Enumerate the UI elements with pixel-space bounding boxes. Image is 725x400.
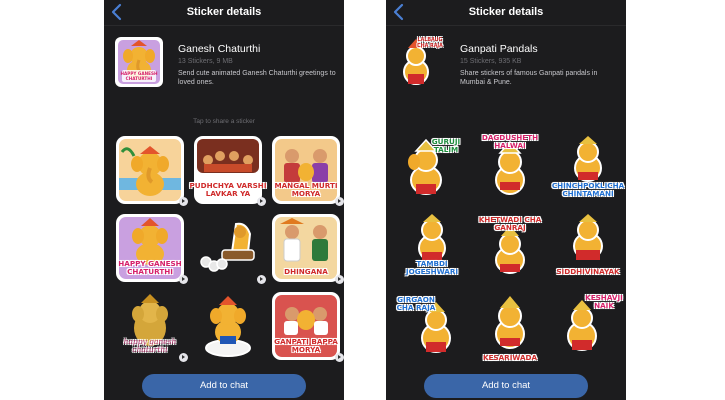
pack-title: Ganpati Pandals [460,43,538,55]
ganesh-idol-icon [573,214,603,260]
sticker-tambdi-jogeshwari[interactable]: TAMBDI JOGESHWARI [396,212,468,284]
sticker-chariot-ganesh[interactable] [192,212,266,284]
sticker-guruji-talim[interactable]: GURUJI TALIM [396,134,468,206]
ganesh-sticker-icon [132,294,168,346]
navigation-bar: Sticker details [104,0,344,26]
sticker-beach-ganesh[interactable] [114,134,188,206]
sticker-girgaon-cha-raja[interactable]: GIRGAON CHA RAJA [396,290,468,362]
sticker-grid: PUDHCHYA VARSHI LAVKAR YA MANGAL MURTI M… [108,130,344,362]
sticker-ganpati-bappa-morya[interactable]: GANPATI BAPPA MORYA [270,290,344,362]
nav-title: Sticker details [186,6,262,18]
ganesh-sticker-icon [272,292,340,360]
ganesh-idol-icon [495,226,525,274]
sticker-dhingana[interactable]: DHINGANA [270,212,344,284]
sticker-kesariwada[interactable]: KESARIWADA [474,290,546,362]
play-icon [179,275,188,284]
play-icon [179,197,188,206]
pack-meta: 15 Stickers, 935 KB [460,58,522,65]
pack-description: Share stickers of famous Ganpati pandals… [460,70,598,86]
sticker-siddhivinayak[interactable]: SIDDHIVINAYAK [552,212,624,284]
tap-to-share-hint: Tap to share a sticker [193,118,255,125]
ganesh-sticker-icon [205,296,251,357]
sticker-pudhchya-varshi[interactable]: PUDHCHYA VARSHI LAVKAR YA [190,134,267,206]
sticker-details-screen-ganesh-chaturthi: Sticker details HAPPY GANESH CHATURTHI G… [104,0,344,400]
ganesh-idol-icon [408,138,442,195]
ganesh-sticker-icon [116,136,184,204]
pack-description: Send cute animated Ganesh Chaturthi gree… [178,70,336,86]
sticker-ganesh-on-swan[interactable] [192,290,264,362]
pack-header: HAPPY GANESH CHATURTHI Ganesh Chaturthi … [114,36,338,96]
sticker-grid: GURUJI TALIM DAGDUSHETH HALWAI CHINCHPOK… [390,130,625,362]
play-icon [257,275,266,284]
pack-title: Ganesh Chaturthi [178,43,261,55]
navigation-bar: Sticker details [386,0,626,26]
pack-icon: HAPPY GANESH CHATURTHI [114,36,164,88]
pack-icon-label: HAPPY GANESH CHATURTHI [120,71,158,81]
ganesh-idol-icon [495,140,525,195]
sticker-dagdusheth-halwai[interactable]: DAGDUSHETH HALWAI [474,134,546,206]
pack-header: LALBAUG CHA RAJA Ganpati Pandals 15 Stic… [396,36,620,96]
pack-icon-label: LALBAUG CHA RAJA [417,38,443,49]
play-icon [179,353,188,362]
play-icon [335,275,344,284]
ganesh-idol-icon [574,136,602,182]
ganesh-idol-icon [495,296,525,349]
sticker-details-screen-ganpati-pandals: Sticker details LALBAUG CHA RAJA Ganpati… [386,0,626,400]
ganesh-sticker-icon [194,136,262,204]
sticker-keshavji-naik[interactable]: KESHAVJI NAIK [552,290,624,362]
add-to-chat-button[interactable]: Add to chat [142,374,306,398]
nav-title: Sticker details [468,6,544,18]
sticker-happy-ganesh-chaturthi-cursive[interactable]: happy ganesh chaturthi [114,290,188,362]
play-icon [335,353,344,362]
ganesh-idol-icon [567,300,597,351]
sticker-mangal-murti[interactable]: MANGAL MURTI MORYA [270,134,344,206]
sticker-chinchpoklicha-chintamani[interactable]: CHINCHPOKLICHA CHINTAMANI [552,134,624,206]
ganesh-sticker-icon [200,222,255,272]
add-to-chat-button[interactable]: Add to chat [424,374,588,398]
sticker-happy-ganesh-chaturthi[interactable]: HAPPY GANESH CHATURTHI [114,212,188,284]
play-icon [335,197,344,206]
play-icon [257,197,266,206]
ganesh-sticker-icon [272,214,340,282]
sticker-khetwadi-cha-ganraj[interactable]: KHETWADI CHA GANRAJ [474,212,546,284]
ganesh-idol-icon [418,214,446,262]
pack-icon: LALBAUG CHA RAJA [396,36,446,88]
ganesh-sticker-icon [116,214,184,282]
ganesh-idol-icon [421,302,451,353]
ganesh-sticker-icon [272,136,340,204]
pack-meta: 13 Stickers, 9 MB [178,58,233,65]
